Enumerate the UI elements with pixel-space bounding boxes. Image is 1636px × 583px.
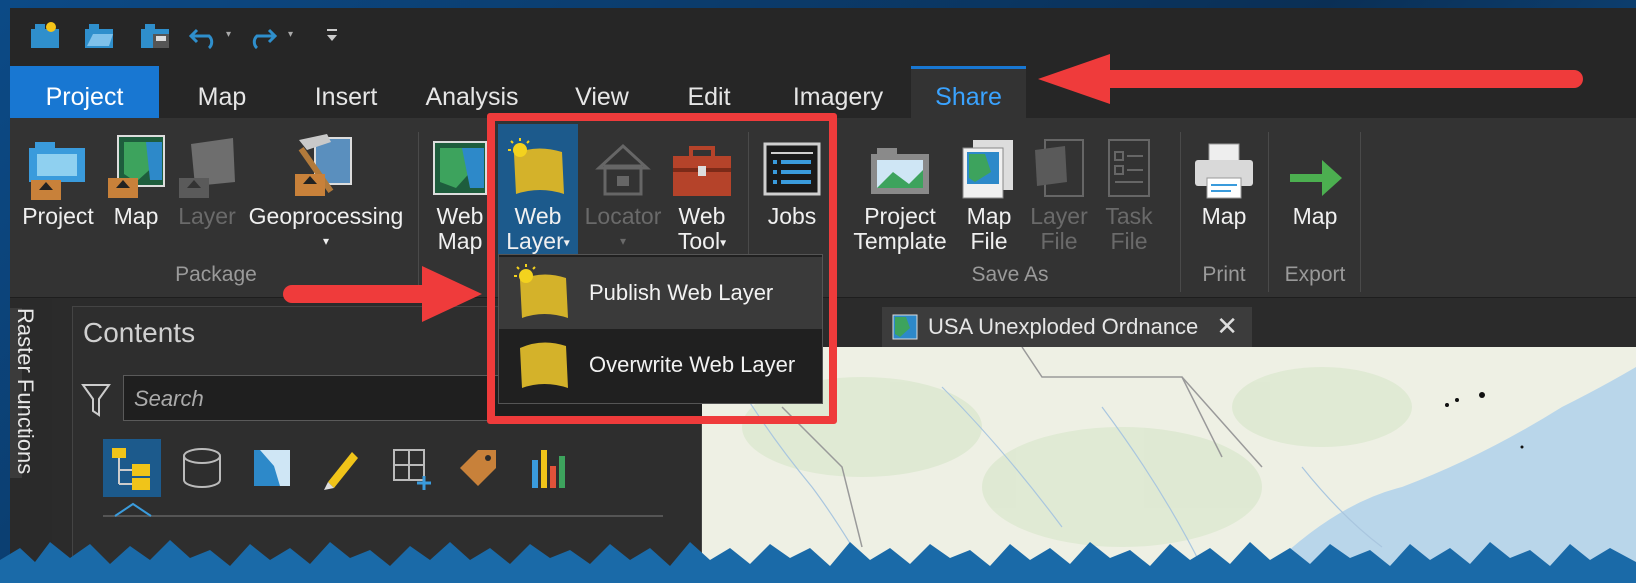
filter-icon[interactable] — [81, 383, 111, 421]
project-template-label-line1: Project — [864, 203, 936, 229]
new-project-icon[interactable] — [28, 20, 62, 50]
save-map-file-button[interactable]: Map File — [956, 130, 1022, 254]
list-by-source-icon[interactable] — [173, 439, 231, 497]
layer-file-label-line1: Layer — [1030, 203, 1088, 229]
layer-file-label-line2: File — [1040, 228, 1078, 254]
package-geoprocessing-button[interactable]: Geoprocessing ▾ — [248, 130, 404, 254]
tab-map[interactable]: Map — [178, 66, 266, 118]
collapse-chevron-icon[interactable] — [113, 502, 153, 522]
arrow-to-share-tab — [1038, 54, 1583, 104]
group-divider — [1180, 132, 1181, 292]
package-map-label: Map — [113, 203, 159, 229]
tab-project[interactable]: Project — [10, 66, 159, 118]
map-file-label-line1: Map — [966, 203, 1012, 229]
map-file-icon — [962, 140, 1013, 199]
list-by-labeling-icon[interactable] — [449, 439, 507, 497]
redo-icon[interactable] — [244, 20, 278, 50]
task-file-label-line2: File — [1110, 228, 1148, 254]
redo-dropdown-icon[interactable]: ▾ — [288, 30, 298, 40]
tab-insert[interactable]: Insert — [296, 66, 396, 118]
share-web-map-button[interactable]: Web Map — [428, 130, 492, 254]
map-view-icon — [892, 314, 918, 340]
web-map-label-line2: Map — [437, 228, 483, 254]
save-task-file-button[interactable]: Task File — [1096, 130, 1162, 254]
group-divider — [1268, 132, 1269, 292]
tab-view[interactable]: View — [558, 66, 646, 118]
save-project-template-button[interactable]: Project Template — [850, 130, 950, 254]
package-project-label: Project — [22, 203, 94, 229]
undo-dropdown-icon[interactable]: ▾ — [226, 30, 236, 40]
chevron-down-icon: ▾ — [322, 234, 330, 248]
project-template-icon — [871, 148, 929, 194]
map-view-tab[interactable]: USA Unexploded Ordnance ✕ — [882, 307, 1252, 347]
screenshot-stage: { "quick_access": { "icons": ["new-proje… — [0, 0, 1636, 583]
package-map-icon — [108, 135, 165, 198]
project-template-label-line2: Template — [853, 228, 947, 254]
list-by-editing-icon[interactable] — [313, 439, 371, 497]
print-map-button[interactable]: Map — [1188, 130, 1260, 229]
raster-functions-tab[interactable]: Raster Functions — [12, 308, 38, 474]
print-group-label: Print — [1202, 263, 1246, 286]
printer-icon — [1195, 143, 1253, 199]
export-group-label: Export — [1284, 263, 1346, 286]
layer-file-icon — [1035, 139, 1084, 197]
package-geoprocessing-label: Geoprocessing — [248, 203, 404, 229]
contents-divider — [103, 515, 663, 517]
package-project-icon — [29, 142, 85, 200]
close-icon[interactable]: ✕ — [1216, 311, 1238, 342]
export-arrow-icon — [1290, 160, 1342, 196]
task-file-icon — [1108, 139, 1150, 197]
group-divider — [1360, 132, 1361, 292]
contents-title: Contents — [83, 317, 196, 348]
save-layer-file-button[interactable]: Layer File — [1026, 130, 1092, 254]
export-map-button[interactable]: Map — [1278, 130, 1352, 229]
print-map-label: Map — [1201, 203, 1247, 229]
geoprocessing-package-icon — [295, 134, 352, 196]
package-project-button[interactable]: Project — [22, 130, 94, 229]
tab-analysis[interactable]: Analysis — [415, 66, 529, 118]
list-by-snapping-icon[interactable] — [383, 439, 441, 497]
undo-icon[interactable] — [188, 20, 222, 50]
customize-toolbar-icon[interactable] — [316, 20, 350, 50]
list-by-selection-icon[interactable] — [243, 439, 301, 497]
highlight-box — [487, 113, 837, 424]
web-map-icon — [433, 141, 487, 195]
web-map-label-line1: Web — [436, 203, 484, 229]
package-layer-icon — [179, 138, 235, 198]
list-by-charts-icon[interactable] — [521, 439, 579, 497]
torn-edge-decoration — [0, 540, 1636, 583]
open-project-icon[interactable] — [82, 20, 116, 50]
package-layer-button[interactable]: Layer — [176, 130, 238, 229]
tab-imagery[interactable]: Imagery — [778, 66, 898, 118]
map-tab-bar: USA Unexploded Ordnance ✕ — [702, 299, 1636, 347]
arrow-to-publish-item — [283, 266, 482, 322]
map-file-label-line2: File — [970, 228, 1008, 254]
package-layer-label: Layer — [178, 203, 236, 229]
save-as-group-label: Save As — [971, 263, 1049, 286]
tab-share[interactable]: Share — [911, 66, 1026, 118]
tab-edit[interactable]: Edit — [672, 66, 746, 118]
task-file-label-line1: Task — [1105, 203, 1153, 229]
list-by-drawing-order-icon[interactable] — [103, 439, 161, 497]
export-map-label: Map — [1292, 203, 1338, 229]
package-map-button[interactable]: Map — [106, 130, 166, 229]
map-tab-label: USA Unexploded Ordnance — [928, 314, 1199, 339]
save-project-icon[interactable] — [138, 20, 172, 50]
